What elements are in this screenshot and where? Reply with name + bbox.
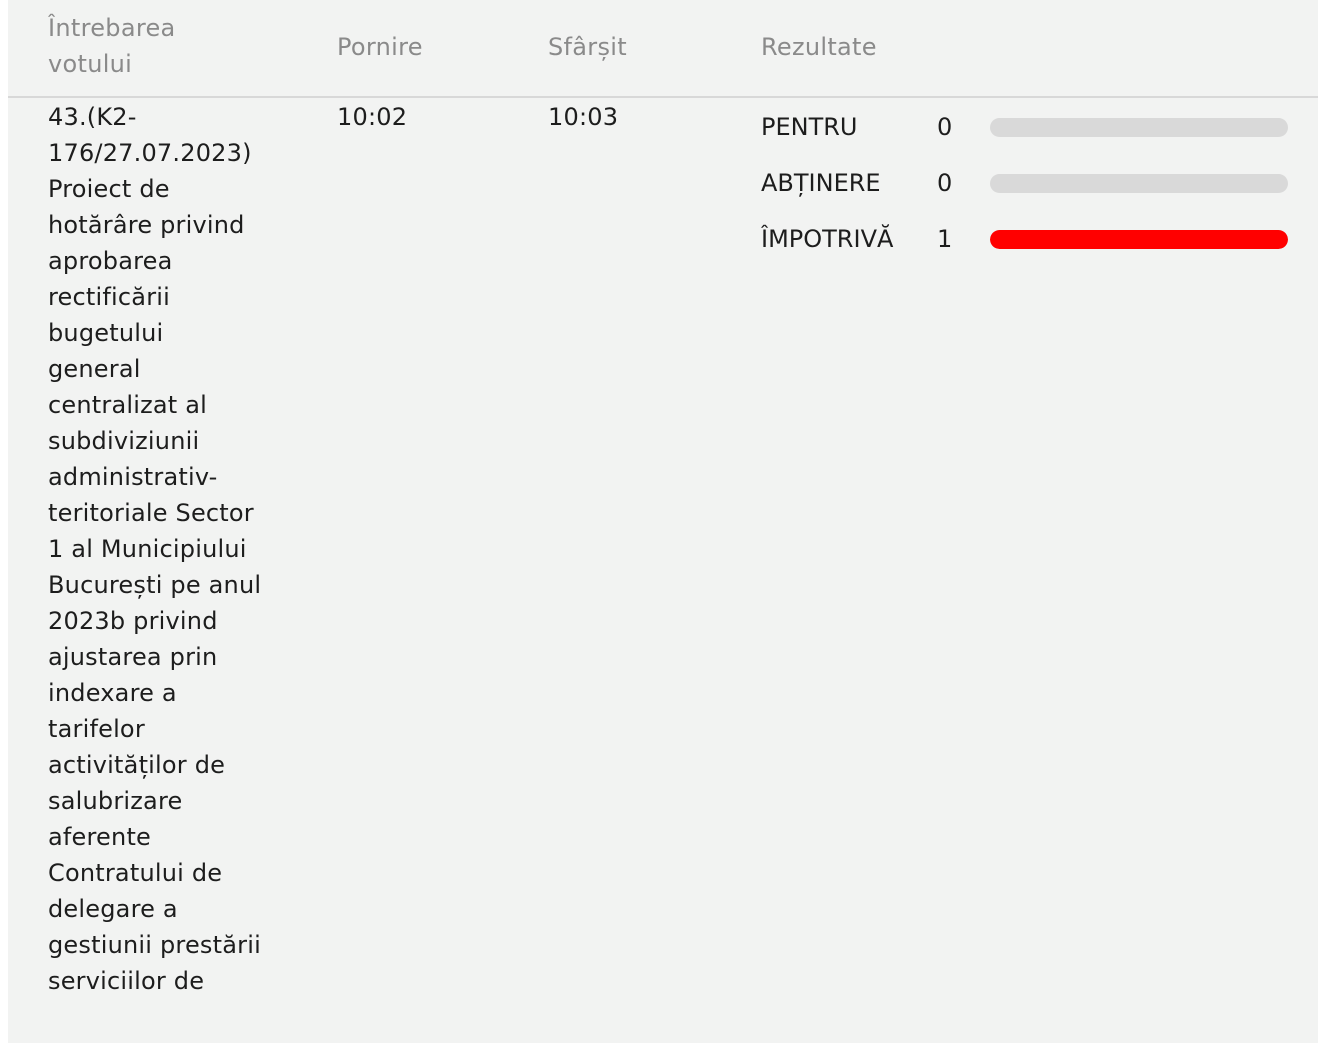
result-count: 1 xyxy=(937,225,953,253)
vote-start-time: 10:02 xyxy=(337,103,408,131)
result-bar-track xyxy=(990,230,1288,249)
vote-end-time: 10:03 xyxy=(548,103,619,131)
result-row-against: ÎMPOTRIVĂ 1 xyxy=(761,221,1291,257)
result-row-abstain: ABȚINERE 0 xyxy=(761,165,1291,201)
votes-table: Întrebarea votului Pornire Sfârșit Rezul… xyxy=(8,0,1318,1043)
result-label: ABȚINERE xyxy=(761,169,881,197)
header-results: Rezultate xyxy=(761,33,877,61)
header-end: Sfârșit xyxy=(548,33,627,61)
result-bar-track xyxy=(990,118,1288,137)
result-count: 0 xyxy=(937,113,953,141)
result-count: 0 xyxy=(937,169,953,197)
page: Întrebarea votului Pornire Sfârșit Rezul… xyxy=(0,0,1318,1043)
vote-question: 43.(K2-176/27.07.2023) Proiect de hotărâ… xyxy=(48,103,262,995)
header-question: Întrebarea votului xyxy=(48,14,176,78)
table-header: Întrebarea votului Pornire Sfârșit Rezul… xyxy=(8,0,1318,98)
result-bar-fill xyxy=(990,230,1288,249)
result-label: ÎMPOTRIVĂ xyxy=(761,225,894,253)
result-bar-track xyxy=(990,174,1288,193)
result-row-for: PENTRU 0 xyxy=(761,109,1291,145)
header-start: Pornire xyxy=(337,33,423,61)
result-label: PENTRU xyxy=(761,113,858,141)
